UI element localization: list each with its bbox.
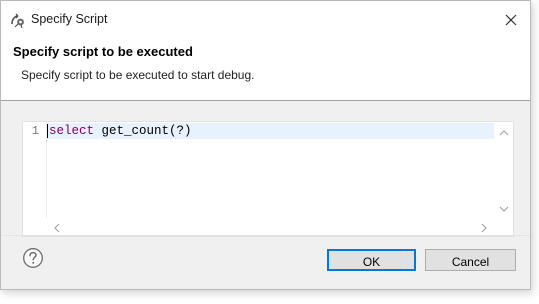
debug-script-icon <box>9 12 27 30</box>
header-title: Specify script to be executed <box>13 44 193 59</box>
close-icon[interactable] <box>497 7 525 33</box>
dialog-window: Specify Script Specify script to be exec… <box>0 0 531 290</box>
script-editor[interactable]: 1 select get_count(?) <box>22 121 514 237</box>
cancel-button[interactable]: Cancel <box>425 249 516 271</box>
scroll-right-icon[interactable] <box>477 221 491 233</box>
title-bar: Specify Script <box>1 1 530 39</box>
button-bar-divider <box>1 235 530 236</box>
sql-keyword: select <box>49 124 95 138</box>
code-line-text[interactable]: select get_count(?) <box>49 124 192 138</box>
current-line-highlight[interactable]: select get_count(?) <box>47 123 494 139</box>
line-number-gutter: 1 <box>23 122 47 218</box>
dialog-content: 1 select get_count(?) OK Cancel <box>1 101 530 289</box>
scroll-down-icon[interactable] <box>497 202 511 214</box>
text-caret <box>47 124 48 138</box>
sql-expression: get_count(?) <box>94 124 192 138</box>
vertical-scrollbar[interactable] <box>495 122 513 218</box>
scroll-left-icon[interactable] <box>50 221 64 233</box>
horizontal-scrollbar[interactable] <box>23 218 513 236</box>
help-icon[interactable] <box>22 247 44 269</box>
scroll-up-icon[interactable] <box>497 126 511 138</box>
dialog-header: Specify script to be executed Specify sc… <box>1 39 530 100</box>
header-description: Specify script to be executed to start d… <box>21 68 255 82</box>
window-title: Specify Script <box>31 12 108 26</box>
line-number: 1 <box>31 124 39 138</box>
ok-button[interactable]: OK <box>327 249 416 271</box>
